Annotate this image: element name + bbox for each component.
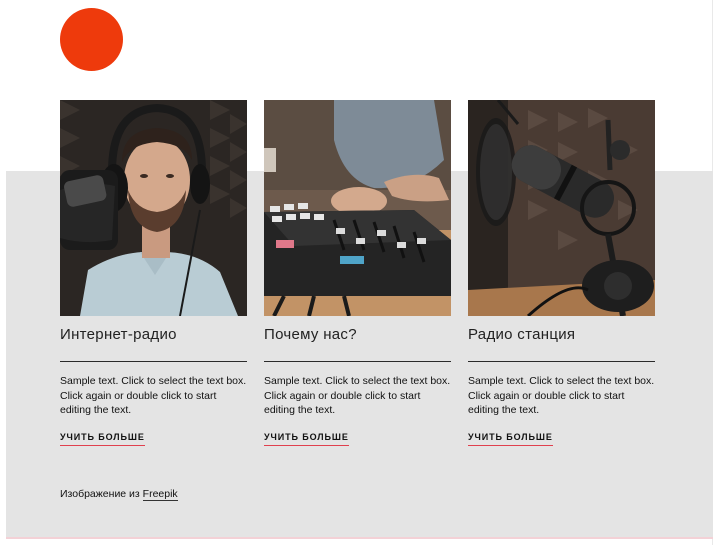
learn-more-link[interactable]: УЧИТЬ БОЛЬШЕ (264, 432, 349, 446)
card-divider (468, 361, 655, 362)
freepik-link[interactable]: Freepik (142, 488, 178, 501)
learn-more-link[interactable]: УЧИТЬ БОЛЬШЕ (468, 432, 553, 446)
learn-more-link[interactable]: УЧИТЬ БОЛЬШЕ (60, 432, 145, 446)
card-image-audio-mixer (264, 100, 451, 316)
card-text[interactable]: Sample text. Click to select the text bo… (60, 374, 250, 418)
image-credit: Изображение из Freepik (60, 488, 178, 501)
card-title: Интернет-радио (60, 326, 177, 343)
card-image-man-headphones (60, 100, 247, 316)
logo-circle (60, 8, 123, 71)
card-text[interactable]: Sample text. Click to select the text bo… (468, 374, 658, 418)
card-text[interactable]: Sample text. Click to select the text bo… (264, 374, 454, 418)
card-divider (60, 361, 247, 362)
card-title: Радио станция (468, 326, 576, 343)
card-divider (264, 361, 451, 362)
bottom-divider (6, 537, 713, 539)
card-title: Почему нас? (264, 326, 357, 343)
credit-prefix: Изображение из (60, 488, 140, 500)
card-image-studio-microphone (468, 100, 655, 316)
